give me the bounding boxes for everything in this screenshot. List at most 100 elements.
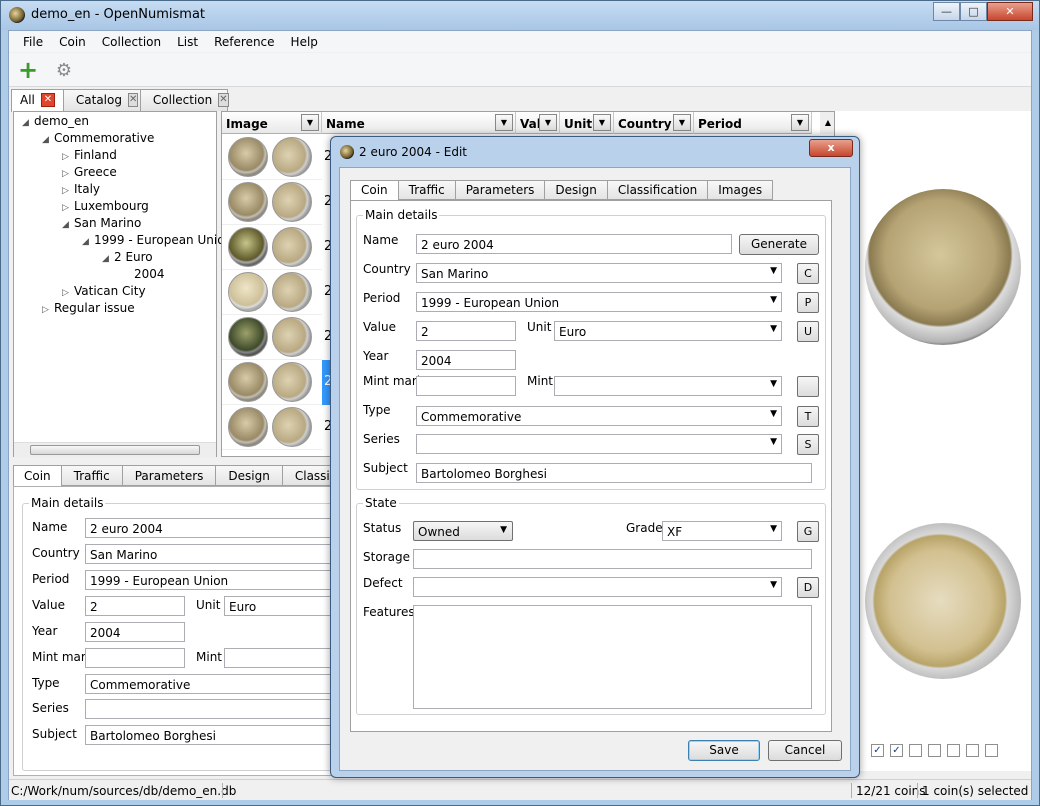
type-reference-button[interactable]: T	[797, 406, 819, 427]
add-coin-button[interactable]: +	[17, 58, 39, 82]
horizontal-scrollbar[interactable]	[14, 442, 216, 457]
status-select[interactable]: Owned ▼	[413, 521, 513, 541]
collapse-arrow-icon[interactable]: ◢	[42, 135, 54, 145]
filter-dropdown-icon[interactable]: ▼	[495, 114, 513, 131]
collapse-arrow-icon[interactable]: ◢	[62, 220, 74, 230]
expand-arrow-icon[interactable]: ▷	[62, 169, 74, 179]
table-row-selected[interactable]: 2	[222, 360, 336, 405]
minimize-button[interactable]: —	[933, 2, 960, 21]
filter-dropdown-icon[interactable]: ▼	[301, 114, 319, 131]
col-image-header[interactable]: Image ▼	[222, 112, 322, 134]
mint-select[interactable]: ▼	[554, 376, 782, 396]
close-button[interactable]: ✕	[987, 2, 1033, 21]
tab-design[interactable]: Design	[215, 465, 283, 486]
unit-field[interactable]: Euro	[224, 596, 345, 616]
menu-coin[interactable]: Coin	[51, 35, 94, 49]
tree-regular[interactable]: ▷ Regular issue	[42, 301, 135, 315]
mintmark-input[interactable]	[416, 376, 516, 396]
settings-button[interactable]: ⚙	[53, 59, 75, 81]
country-reference-button[interactable]: C	[797, 263, 819, 284]
tab-collection[interactable]: Collection ✕	[139, 89, 229, 111]
expand-arrow-icon[interactable]: ▷	[62, 203, 74, 213]
image-checkbox[interactable]: ✓	[890, 744, 903, 757]
close-tab-icon[interactable]: ✕	[40, 93, 55, 107]
menu-help[interactable]: Help	[283, 35, 326, 49]
tab-all[interactable]: All ✕	[11, 89, 64, 112]
grade-reference-button[interactable]: G	[797, 521, 819, 542]
maximize-button[interactable]: □	[960, 2, 987, 21]
coin-reverse-large-image[interactable]	[865, 523, 1021, 679]
name-field[interactable]: 2 euro 2004	[85, 518, 345, 538]
scroll-up-icon[interactable]: ▲	[820, 112, 834, 134]
tree-finland[interactable]: ▷ Finland	[62, 148, 117, 162]
coin-obverse-large-image[interactable]	[865, 189, 1021, 345]
tab-coin[interactable]: Coin	[350, 180, 399, 201]
image-checkbox[interactable]	[985, 744, 998, 757]
expand-arrow-icon[interactable]: ▷	[42, 305, 54, 315]
collapse-arrow-icon[interactable]: ◢	[102, 254, 114, 264]
menu-list[interactable]: List	[169, 35, 206, 49]
tab-traffic[interactable]: Traffic	[397, 180, 456, 200]
period-select[interactable]: 1999 - European Union ▼	[416, 292, 782, 312]
tree-luxembourg[interactable]: ▷ Luxembourg	[62, 199, 149, 213]
tree-root[interactable]: ◢ demo_en	[22, 114, 89, 128]
filter-dropdown-icon[interactable]: ▼	[791, 114, 809, 131]
filter-dropdown-icon[interactable]: ▼	[539, 114, 557, 131]
scroll-thumb[interactable]	[30, 445, 200, 455]
tab-parameters[interactable]: Parameters	[121, 465, 217, 486]
menu-reference[interactable]: Reference	[206, 35, 282, 49]
table-row[interactable]: 2	[222, 315, 332, 360]
menu-file[interactable]: File	[15, 35, 51, 49]
col-value-header[interactable]: Valu ▼	[516, 112, 560, 134]
table-row[interactable]: 2	[222, 225, 332, 270]
country-field[interactable]: San Marino	[85, 544, 345, 564]
series-reference-button[interactable]: S	[797, 434, 819, 455]
close-tab-icon[interactable]: ✕	[218, 93, 229, 107]
country-select[interactable]: San Marino ▼	[416, 263, 782, 283]
table-row[interactable]: 2	[222, 135, 332, 180]
collapse-arrow-icon[interactable]: ◢	[22, 118, 34, 128]
tree-vatican[interactable]: ▷ Vatican City	[62, 284, 146, 298]
value-field[interactable]: 2	[85, 596, 185, 616]
mint-field[interactable]	[224, 648, 345, 668]
tree-value[interactable]: ◢ 2 Euro	[102, 250, 153, 264]
tab-traffic[interactable]: Traffic	[60, 465, 123, 486]
mint-reference-button[interactable]	[797, 376, 819, 397]
series-select[interactable]: ▼	[416, 434, 782, 454]
year-field[interactable]: 2004	[85, 622, 185, 642]
defect-reference-button[interactable]: D	[797, 577, 819, 598]
image-checkbox[interactable]	[928, 744, 941, 757]
filter-dropdown-icon[interactable]: ▼	[673, 114, 691, 131]
unit-select[interactable]: Euro ▼	[554, 321, 782, 341]
col-name-header[interactable]: Name ▼	[322, 112, 516, 134]
table-row[interactable]: 2	[222, 405, 332, 450]
tree-year[interactable]: 2004	[134, 267, 165, 281]
image-checkbox[interactable]	[909, 744, 922, 757]
type-select[interactable]: Commemorative ▼	[416, 406, 782, 426]
tree-commemorative[interactable]: ◢ Commemorative	[42, 131, 154, 145]
tree-italy[interactable]: ▷ Italy	[62, 182, 100, 196]
grade-select[interactable]: XF ▼	[662, 521, 782, 541]
col-unit-header[interactable]: Unit ▼	[560, 112, 614, 134]
tab-classification[interactable]: Classification	[606, 180, 709, 200]
generate-button[interactable]: Generate	[739, 234, 819, 255]
dialog-close-button[interactable]: x	[809, 139, 853, 157]
col-country-header[interactable]: Country ▼	[614, 112, 694, 134]
cancel-button[interactable]: Cancel	[768, 740, 842, 761]
close-tab-icon[interactable]: ✕	[127, 93, 139, 107]
subject-field[interactable]: Bartolomeo Borghesi	[85, 725, 345, 745]
name-input[interactable]: 2 euro 2004	[416, 234, 732, 254]
defect-select[interactable]: ▼	[413, 577, 782, 597]
tab-design[interactable]: Design	[544, 180, 608, 200]
save-button[interactable]: Save	[688, 740, 760, 761]
series-field[interactable]	[85, 699, 345, 719]
tree-greece[interactable]: ▷ Greece	[62, 165, 117, 179]
collapse-arrow-icon[interactable]: ◢	[82, 237, 94, 247]
tab-catalog[interactable]: Catalog ✕	[62, 89, 141, 111]
table-row[interactable]: 2	[222, 180, 332, 225]
image-checkbox[interactable]	[947, 744, 960, 757]
image-checkbox[interactable]	[966, 744, 979, 757]
value-input[interactable]: 2	[416, 321, 516, 341]
unit-reference-button[interactable]: U	[797, 321, 819, 342]
tab-coin[interactable]: Coin	[13, 465, 62, 487]
